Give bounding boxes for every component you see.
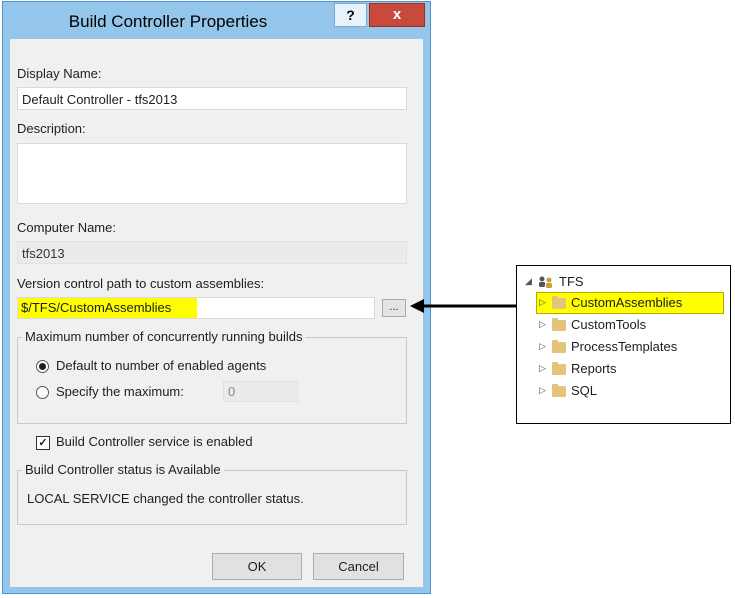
collapsed-triangle-icon[interactable]: ▷	[539, 363, 546, 374]
tree-item-label: CustomAssemblies	[571, 295, 683, 310]
tree-item-label: Reports	[571, 361, 617, 376]
folder-icon	[552, 296, 566, 309]
expanded-triangle-icon[interactable]: ◢	[525, 276, 532, 287]
folder-icon	[552, 362, 566, 375]
tree-item-label: SQL	[571, 383, 598, 398]
folder-icon	[552, 384, 566, 397]
source-control-tree: ◢ TFS ▷ CustomAssemblies ▷ CustomTools ▷…	[516, 265, 731, 424]
collapsed-triangle-icon[interactable]: ▷	[539, 341, 546, 352]
collapsed-triangle-icon[interactable]: ▷	[539, 385, 546, 396]
collapsed-triangle-icon[interactable]: ▷	[539, 297, 546, 308]
tree-item-customassemblies[interactable]: ▷ CustomAssemblies	[536, 292, 724, 314]
tree-root-label: TFS	[559, 274, 584, 289]
tree-item-label: CustomTools	[571, 317, 647, 332]
folder-icon	[552, 318, 566, 331]
collapsed-triangle-icon[interactable]: ▷	[539, 319, 546, 330]
team-project-icon	[539, 276, 552, 288]
tree-item-label: ProcessTemplates	[571, 339, 678, 354]
folder-icon	[552, 340, 566, 353]
